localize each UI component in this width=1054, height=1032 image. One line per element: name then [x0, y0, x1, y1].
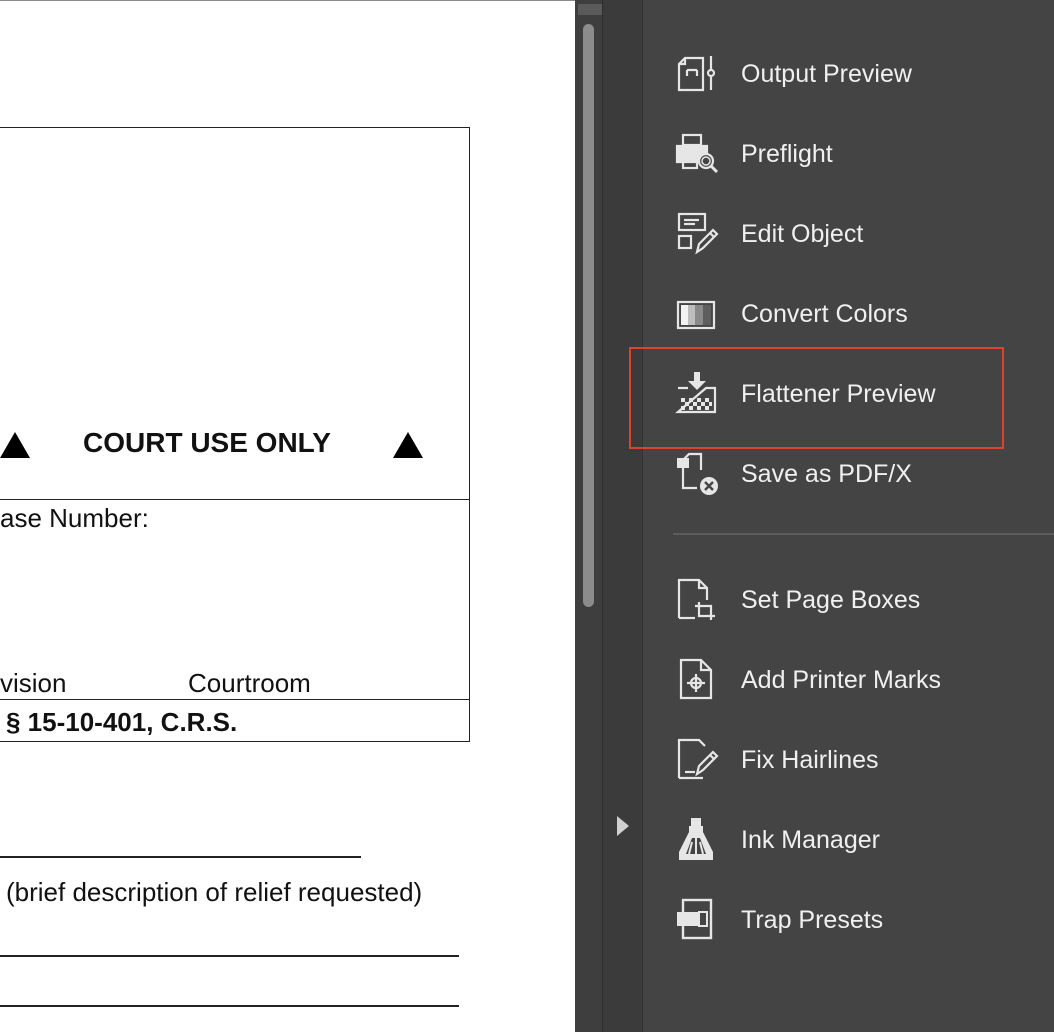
tool-flattener-preview[interactable]: Flattener Preview — [673, 368, 1013, 418]
expand-arrow-icon[interactable] — [617, 816, 629, 836]
court-use-only-label: COURT USE ONLY — [83, 427, 331, 458]
tool-save-as-pdfx[interactable]: Save as PDF/X — [673, 448, 1013, 498]
caption-divider — [0, 699, 469, 700]
scrollbar-cap — [578, 4, 602, 15]
flattener-preview-icon — [675, 372, 717, 414]
blank-line — [0, 1005, 459, 1007]
document-scrollbar[interactable] — [575, 0, 602, 1032]
save-as-pdfx-icon — [677, 452, 718, 495]
tool-label: Fix Hairlines — [741, 746, 879, 774]
tool-label: Flattener Preview — [741, 380, 936, 408]
case-number-label: ase Number: — [0, 503, 149, 533]
panel-divider — [673, 533, 1054, 535]
tool-ink-manager[interactable]: Ink Manager — [673, 814, 1013, 864]
tool-label: Trap Presets — [741, 906, 884, 934]
tool-preflight[interactable]: Preflight — [673, 128, 1013, 178]
edit-object-icon — [677, 212, 719, 255]
relief-caption: (brief description of relief requested) — [6, 877, 423, 907]
blank-line — [0, 955, 459, 957]
triangle-right-icon — [393, 432, 423, 458]
scrollbar-thumb[interactable] — [583, 24, 594, 607]
convert-colors-icon — [676, 300, 716, 330]
division-label: vision — [0, 668, 67, 698]
tool-label: Add Printer Marks — [741, 666, 942, 694]
trap-presets-icon — [677, 898, 713, 940]
tool-label: Output Preview — [741, 60, 912, 88]
caption-divider — [0, 499, 469, 500]
blank-line — [0, 856, 361, 858]
courtroom-label: Courtroom — [188, 668, 311, 698]
tool-label: Preflight — [741, 140, 833, 168]
ink-manager-icon — [679, 818, 713, 860]
print-production-panel: Output Preview Preflight Edit Object Con… — [642, 0, 1054, 1032]
tool-set-page-boxes[interactable]: Set Page Boxes — [673, 574, 1013, 624]
tool-add-printer-marks[interactable]: Add Printer Marks — [673, 654, 1013, 704]
document-page: COURT USE ONLY ase Number: vision Courtr… — [0, 0, 575, 1032]
add-printer-marks-icon — [679, 658, 713, 700]
tool-output-preview[interactable]: Output Preview — [673, 48, 1013, 98]
page-top-edge — [0, 0, 575, 1]
statute-title: § 15-10-401, C.R.S. — [6, 707, 238, 737]
tool-fix-hairlines[interactable]: Fix Hairlines — [673, 734, 1013, 784]
tool-label: Ink Manager — [741, 826, 880, 854]
tool-label: Save as PDF/X — [741, 460, 912, 488]
tool-edit-object[interactable]: Edit Object — [673, 208, 1013, 258]
fix-hairlines-icon — [677, 738, 719, 780]
output-preview-icon — [677, 56, 716, 92]
tool-trap-presets[interactable]: Trap Presets — [673, 894, 1013, 944]
panel-collapse-strip — [602, 0, 642, 1032]
tool-label: Convert Colors — [741, 300, 908, 328]
tool-label: Set Page Boxes — [741, 586, 921, 614]
tool-label: Edit Object — [741, 220, 864, 248]
tool-convert-colors[interactable]: Convert Colors — [673, 288, 1013, 338]
triangle-left-icon — [0, 432, 30, 458]
set-page-boxes-icon — [677, 578, 715, 620]
preflight-icon — [675, 133, 719, 174]
